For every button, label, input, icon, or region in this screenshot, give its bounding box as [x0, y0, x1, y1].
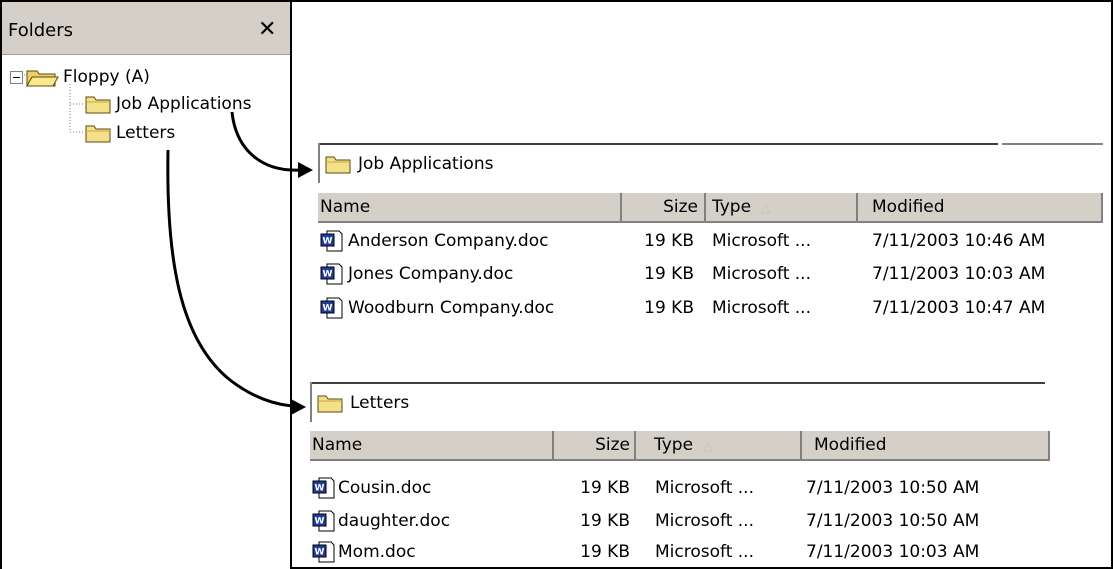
column-name[interactable]: Name [310, 431, 554, 459]
folder-icon [85, 125, 111, 143]
folders-header: Folders ✕ [2, 2, 290, 55]
file-modified: 7/11/2003 10:50 AM [806, 478, 980, 498]
file-size: 19 KB [644, 298, 694, 318]
svg-text:W: W [323, 270, 333, 280]
sort-ascending-icon: △ [761, 201, 771, 215]
folder-icon [317, 395, 343, 413]
column-label: Name [320, 197, 371, 217]
file-row[interactable]: W Cousin.doc 19 KB Microsoft ... 7/11/20… [310, 473, 1050, 503]
word-document-icon: W [320, 263, 343, 285]
tree-label: Job Applications [116, 94, 252, 114]
file-type: Microsoft ... [655, 511, 754, 531]
file-name: Woodburn Company.doc [348, 298, 555, 318]
open-folder-icon [26, 70, 59, 87]
word-document-icon: W [312, 510, 335, 532]
tree-item-job-applications[interactable]: Job Applications [84, 93, 251, 115]
file-modified: 7/11/2003 10:50 AM [806, 511, 980, 531]
word-document-icon: W [320, 230, 343, 252]
column-label: Modified [872, 197, 945, 217]
svg-text:W: W [323, 237, 333, 247]
column-name[interactable]: Name [318, 193, 622, 221]
tree-label: Letters [116, 123, 176, 143]
svg-text:W: W [323, 304, 333, 314]
file-row[interactable]: W Woodburn Company.doc 19 KB Microsoft .… [318, 293, 1103, 323]
panel-border-left [310, 382, 312, 422]
column-size[interactable]: Size [554, 431, 636, 459]
svg-text:W: W [315, 548, 325, 558]
folders-pane: Folders ✕ Floppy (A) Job Applications Le… [2, 2, 292, 569]
file-name: Mom.doc [338, 542, 416, 562]
file-row[interactable]: W Anderson Company.doc 19 KB Microsoft .… [318, 226, 1103, 256]
file-modified: 7/11/2003 10:03 AM [872, 264, 1046, 284]
tree-label: Floppy (A) [63, 67, 150, 87]
address-bar[interactable]: Letters [316, 388, 409, 418]
file-type: Microsoft ... [655, 478, 754, 498]
file-type: Microsoft ... [712, 264, 811, 284]
column-label: Type [712, 197, 752, 217]
file-size: 19 KB [644, 264, 694, 284]
file-row[interactable]: W Jones Company.doc 19 KB Microsoft ... … [318, 259, 1103, 289]
file-name: daughter.doc [338, 511, 451, 531]
panel-border-top [318, 143, 998, 145]
folders-title: Folders [8, 20, 74, 41]
file-modified: 7/11/2003 10:03 AM [806, 542, 980, 562]
column-header-row: Name Size Type △ Modified [310, 430, 1050, 461]
file-type: Microsoft ... [712, 231, 811, 251]
column-size[interactable]: Size [622, 193, 706, 221]
tree-item-floppy[interactable]: Floppy (A) [10, 66, 150, 88]
address-text: Job Applications [358, 154, 494, 174]
file-name: Jones Company.doc [348, 264, 514, 284]
file-name: Anderson Company.doc [348, 231, 549, 251]
file-name: Cousin.doc [338, 478, 432, 498]
column-type[interactable]: Type △ [706, 193, 858, 221]
svg-text:W: W [315, 517, 325, 527]
column-label: Modified [814, 435, 887, 455]
file-type: Microsoft ... [712, 298, 811, 318]
file-size: 19 KB [580, 542, 630, 562]
address-bar[interactable]: Job Applications [324, 149, 493, 179]
column-label: Size [595, 435, 630, 455]
sort-ascending-icon: △ [703, 439, 713, 453]
word-document-icon: W [320, 297, 343, 319]
word-document-icon: W [312, 541, 335, 563]
panel-border-left [318, 143, 320, 183]
panel-border-top [1002, 143, 1103, 145]
file-row[interactable]: W daughter.doc 19 KB Microsoft ... 7/11/… [310, 506, 1050, 536]
job-applications-panel: Job Applications Name Size Type △ Modifie… [318, 143, 1103, 333]
close-icon[interactable]: ✕ [258, 17, 276, 42]
file-type: Microsoft ... [655, 542, 754, 562]
file-row[interactable]: W Mom.doc 19 KB Microsoft ... 7/11/2003 … [310, 537, 1050, 567]
file-modified: 7/11/2003 10:46 AM [872, 231, 1046, 251]
collapse-toggle[interactable] [10, 70, 23, 84]
column-header-row: Name Size Type △ Modified [318, 192, 1103, 223]
file-modified: 7/11/2003 10:47 AM [872, 298, 1046, 318]
panel-border-top [310, 382, 1045, 384]
column-type[interactable]: Type △ [636, 431, 802, 459]
file-size: 19 KB [644, 231, 694, 251]
tree-item-letters[interactable]: Letters [84, 122, 175, 144]
word-document-icon: W [312, 477, 335, 499]
column-label: Size [663, 197, 698, 217]
file-size: 19 KB [580, 478, 630, 498]
column-label: Type [654, 435, 694, 455]
column-label: Name [312, 435, 363, 455]
file-size: 19 KB [580, 511, 630, 531]
folder-icon [325, 156, 351, 174]
svg-text:W: W [315, 484, 325, 494]
letters-panel: Letters Name Size Type △ Modified W Cousi… [310, 382, 1050, 569]
folder-icon [85, 96, 111, 114]
address-text: Letters [350, 393, 410, 413]
column-modified[interactable]: Modified [802, 431, 1050, 459]
column-modified[interactable]: Modified [858, 193, 1103, 221]
